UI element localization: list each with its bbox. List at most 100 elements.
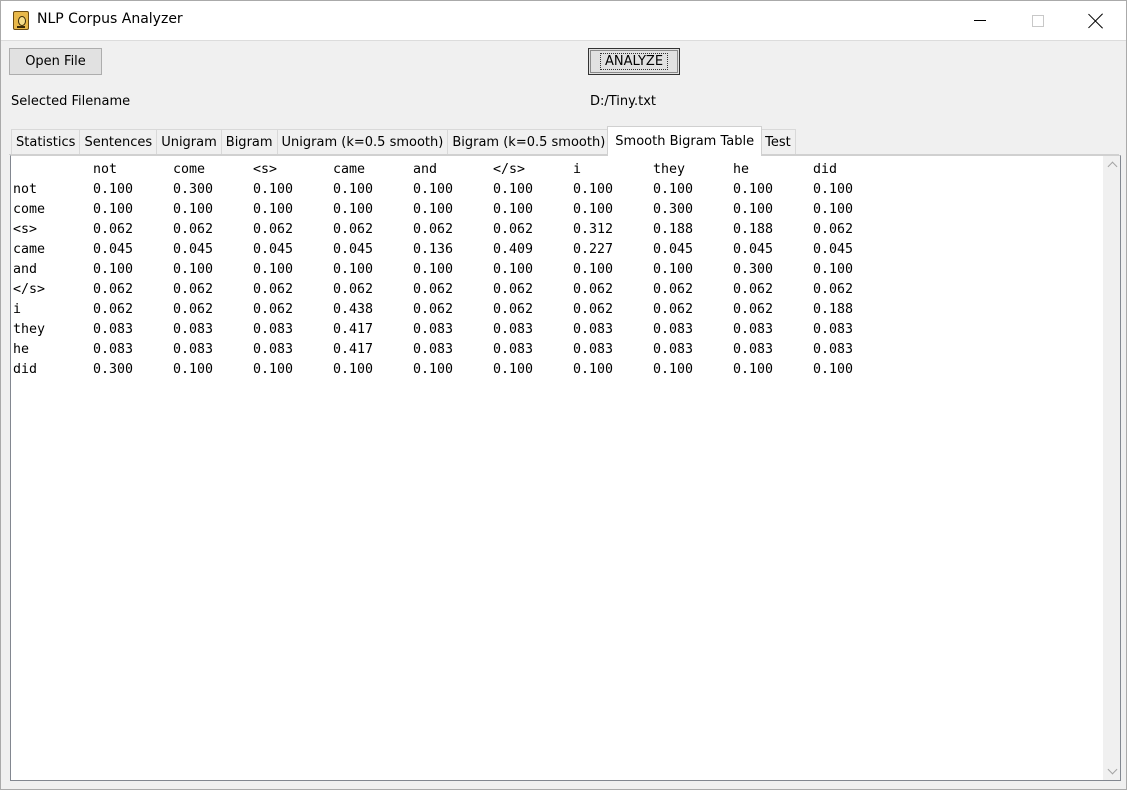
table-cell: 0.100 bbox=[493, 182, 534, 197]
close-icon bbox=[1088, 13, 1104, 29]
scroll-up-button[interactable] bbox=[1104, 156, 1121, 173]
tab-bigram-smooth[interactable]: Bigram (k=0.5 smooth) bbox=[447, 129, 611, 155]
table-cell: and bbox=[413, 162, 438, 177]
tab-unigram-smooth[interactable]: Unigram (k=0.5 smooth) bbox=[276, 129, 449, 155]
table-cell: 0.100 bbox=[573, 182, 614, 197]
table-cell: 0.100 bbox=[253, 182, 294, 197]
table-cell: 0.100 bbox=[413, 262, 454, 277]
row-label-cell: he bbox=[13, 342, 30, 357]
table-cell: they bbox=[653, 162, 686, 177]
minimize-icon bbox=[974, 20, 986, 21]
tab-smooth-bigram-table[interactable]: Smooth Bigram Table bbox=[607, 126, 763, 156]
table-cell: 0.300 bbox=[653, 202, 694, 217]
table-row: <s> 0.062 0.062 0.062 0.062 0.062 0.062 0.312 0.… bbox=[13, 220, 893, 240]
table-cell: come bbox=[173, 162, 206, 177]
table-cell: 0.100 bbox=[733, 202, 774, 217]
table-cell: 0.100 bbox=[733, 182, 774, 197]
table-cell: 0.188 bbox=[813, 302, 854, 317]
table-cell: 0.083 bbox=[413, 322, 454, 337]
vertical-scrollbar[interactable] bbox=[1103, 156, 1120, 780]
row-label-cell: and bbox=[13, 262, 38, 277]
table-cell: 0.062 bbox=[333, 282, 374, 297]
table-cell: he bbox=[733, 162, 750, 177]
table-cell: 0.136 bbox=[413, 242, 454, 257]
table-row: they 0.083 0.083 0.083 0.417 0.083 0.083 0.083 0… bbox=[13, 320, 893, 340]
table-cell: 0.083 bbox=[573, 342, 614, 357]
table-cell: 0.083 bbox=[813, 322, 854, 337]
minimize-button[interactable] bbox=[951, 1, 1009, 40]
table-cell: 0.417 bbox=[333, 322, 374, 337]
tab-statistics[interactable]: Statistics bbox=[11, 129, 81, 155]
table-cell: 0.100 bbox=[253, 262, 294, 277]
table-cell: 0.100 bbox=[653, 362, 694, 377]
table-row: did 0.300 0.100 0.100 0.100 0.100 0.100 0.100 0.… bbox=[13, 360, 893, 380]
table-cell: 0.417 bbox=[333, 342, 374, 357]
row-label-cell: not bbox=[13, 182, 38, 197]
table-header-row: not come <s> came and </s> i they he did bbox=[13, 160, 893, 180]
table-cell: 0.083 bbox=[493, 322, 534, 337]
scroll-down-button[interactable] bbox=[1104, 763, 1121, 780]
table-cell: 0.062 bbox=[653, 282, 694, 297]
table-cell: 0.100 bbox=[173, 202, 214, 217]
table-cell: 0.100 bbox=[813, 262, 854, 277]
table-cell: 0.100 bbox=[413, 202, 454, 217]
table-row: not 0.100 0.300 0.100 0.100 0.100 0.100 0.100 0.… bbox=[13, 180, 893, 200]
table-cell: 0.062 bbox=[493, 222, 534, 237]
open-file-button[interactable]: Open File bbox=[9, 48, 102, 75]
table-cell: 0.062 bbox=[93, 302, 134, 317]
table-cell: 0.100 bbox=[813, 202, 854, 217]
table-cell: 0.045 bbox=[653, 242, 694, 257]
table-cell: 0.045 bbox=[173, 242, 214, 257]
table-cell: 0.062 bbox=[253, 302, 294, 317]
table-cell: 0.083 bbox=[93, 342, 134, 357]
table-cell: 0.062 bbox=[653, 302, 694, 317]
tab-test[interactable]: Test bbox=[760, 129, 796, 155]
table-cell: 0.100 bbox=[733, 362, 774, 377]
table-cell: 0.100 bbox=[813, 182, 854, 197]
table-cell: 0.083 bbox=[493, 342, 534, 357]
table-cell: 0.062 bbox=[493, 302, 534, 317]
table-cell: 0.083 bbox=[253, 322, 294, 337]
tab-unigram[interactable]: Unigram bbox=[156, 129, 222, 155]
table-cell: 0.045 bbox=[813, 242, 854, 257]
table-cell: 0.100 bbox=[333, 262, 374, 277]
row-label-cell bbox=[13, 160, 93, 180]
table-cell: 0.062 bbox=[813, 282, 854, 297]
table-cell: 0.062 bbox=[253, 282, 294, 297]
table-row: </s> 0.062 0.062 0.062 0.062 0.062 0.062 0.062 0… bbox=[13, 280, 893, 300]
table-cell: 0.062 bbox=[173, 222, 214, 237]
row-label-cell: come bbox=[13, 202, 46, 217]
table-cell: 0.062 bbox=[93, 282, 134, 297]
table-row: came 0.045 0.045 0.045 0.045 0.136 0.409 0.227 0… bbox=[13, 240, 893, 260]
selected-filename-label: Selected Filename bbox=[11, 94, 131, 109]
table-cell: </s> bbox=[493, 162, 526, 177]
table-text-area[interactable]: not come <s> came and </s> i they he did not 0.100 0… bbox=[10, 155, 1121, 781]
table-cell: i bbox=[573, 162, 582, 177]
table-row: come 0.100 0.100 0.100 0.100 0.100 0.100 0.100 0… bbox=[13, 200, 893, 220]
table-cell: 0.300 bbox=[173, 182, 214, 197]
table-cell: 0.100 bbox=[93, 182, 134, 197]
tab-sentences[interactable]: Sentences bbox=[79, 129, 158, 155]
table-cell: 0.062 bbox=[93, 222, 134, 237]
table-cell: 0.100 bbox=[573, 362, 614, 377]
table-cell: not bbox=[93, 162, 118, 177]
close-button[interactable] bbox=[1067, 1, 1125, 40]
table-cell: 0.100 bbox=[413, 362, 454, 377]
table-cell: 0.083 bbox=[653, 322, 694, 337]
maximize-button[interactable] bbox=[1009, 1, 1067, 40]
table-cell: 0.188 bbox=[653, 222, 694, 237]
table-cell: 0.083 bbox=[253, 342, 294, 357]
analyze-button-label: ANALYZE bbox=[599, 53, 669, 70]
table-cell: 0.045 bbox=[733, 242, 774, 257]
table-cell: 0.083 bbox=[813, 342, 854, 357]
tab-bigram[interactable]: Bigram bbox=[220, 129, 278, 155]
row-label-cell: they bbox=[13, 322, 46, 337]
table-cell: 0.300 bbox=[733, 262, 774, 277]
analyze-button[interactable]: ANALYZE bbox=[588, 48, 680, 75]
table-cell: 0.100 bbox=[653, 262, 694, 277]
table-cell: 0.083 bbox=[173, 342, 214, 357]
maximize-icon bbox=[1032, 14, 1044, 27]
table-row: and 0.100 0.100 0.100 0.100 0.100 0.100 0.100 0.… bbox=[13, 260, 893, 280]
table-cell: 0.188 bbox=[733, 222, 774, 237]
row-label-cell: i bbox=[13, 302, 22, 317]
